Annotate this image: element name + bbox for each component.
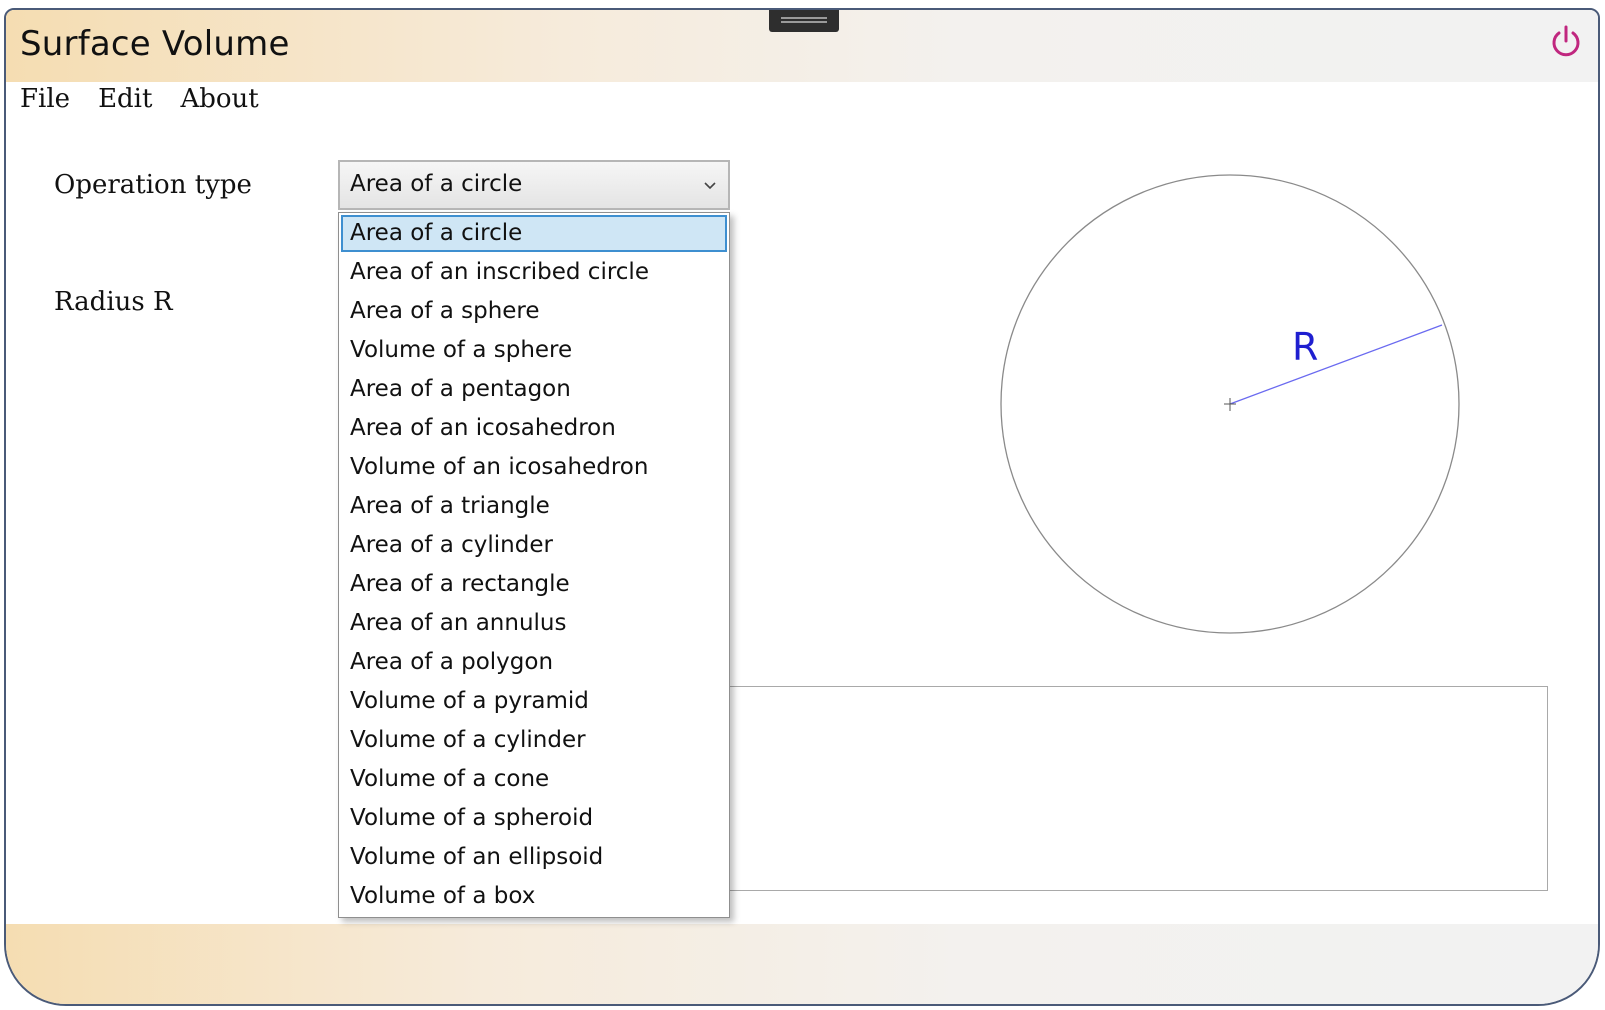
menu-file[interactable]: File (20, 84, 70, 120)
operation-type-dropdown: Area of a circle Area of an inscribed ci… (338, 212, 730, 918)
footer-bar (6, 924, 1598, 1004)
dropdown-option-area-rectangle[interactable]: Area of a rectangle (341, 566, 727, 603)
dropdown-option-area-sphere[interactable]: Area of a sphere (341, 293, 727, 330)
dropdown-option-volume-sphere[interactable]: Volume of a sphere (341, 332, 727, 369)
dropdown-option-area-cylinder[interactable]: Area of a cylinder (341, 527, 727, 564)
menu-edit[interactable]: Edit (98, 84, 152, 120)
dropdown-option-volume-cone[interactable]: Volume of a cone (341, 761, 727, 798)
dropdown-option-volume-spheroid[interactable]: Volume of a spheroid (341, 800, 727, 837)
menu-about[interactable]: About (180, 84, 258, 120)
operation-type-label: Operation type (54, 170, 252, 200)
dropdown-option-area-icosahedron[interactable]: Area of an icosahedron (341, 410, 727, 447)
dropdown-option-volume-box[interactable]: Volume of a box (341, 878, 727, 915)
app-window: Surface Volume File Edit About Operation… (4, 8, 1600, 1006)
chevron-down-icon (704, 182, 716, 190)
power-icon[interactable] (1548, 24, 1584, 60)
drag-handle[interactable] (769, 10, 839, 32)
radius-label: Radius R (54, 287, 173, 317)
radius-line (1229, 324, 1443, 405)
dropdown-option-volume-cylinder[interactable]: Volume of a cylinder (341, 722, 727, 759)
dropdown-option-area-pentagon[interactable]: Area of a pentagon (341, 371, 727, 408)
radius-label-text: R (1292, 325, 1318, 369)
title-bar: Surface Volume (6, 10, 1598, 82)
dropdown-option-volume-ellipsoid[interactable]: Volume of an ellipsoid (341, 839, 727, 876)
circle-radius-figure: R (1000, 174, 1460, 634)
dropdown-option-area-triangle[interactable]: Area of a triangle (341, 488, 727, 525)
dropdown-option-area-polygon[interactable]: Area of a polygon (341, 644, 727, 681)
operation-type-value: Area of a circle (350, 171, 523, 197)
dropdown-option-area-inscribed-circle[interactable]: Area of an inscribed circle (341, 254, 727, 291)
result-output-box (724, 686, 1548, 891)
dropdown-option-area-annulus[interactable]: Area of an annulus (341, 605, 727, 642)
app-title: Surface Volume (20, 24, 290, 64)
dropdown-option-area-circle[interactable]: Area of a circle (341, 215, 727, 252)
operation-type-select[interactable]: Area of a circle (338, 160, 730, 210)
menu-bar: File Edit About (20, 84, 259, 120)
dropdown-option-volume-icosahedron[interactable]: Volume of an icosahedron (341, 449, 727, 486)
dropdown-option-volume-pyramid[interactable]: Volume of a pyramid (341, 683, 727, 720)
